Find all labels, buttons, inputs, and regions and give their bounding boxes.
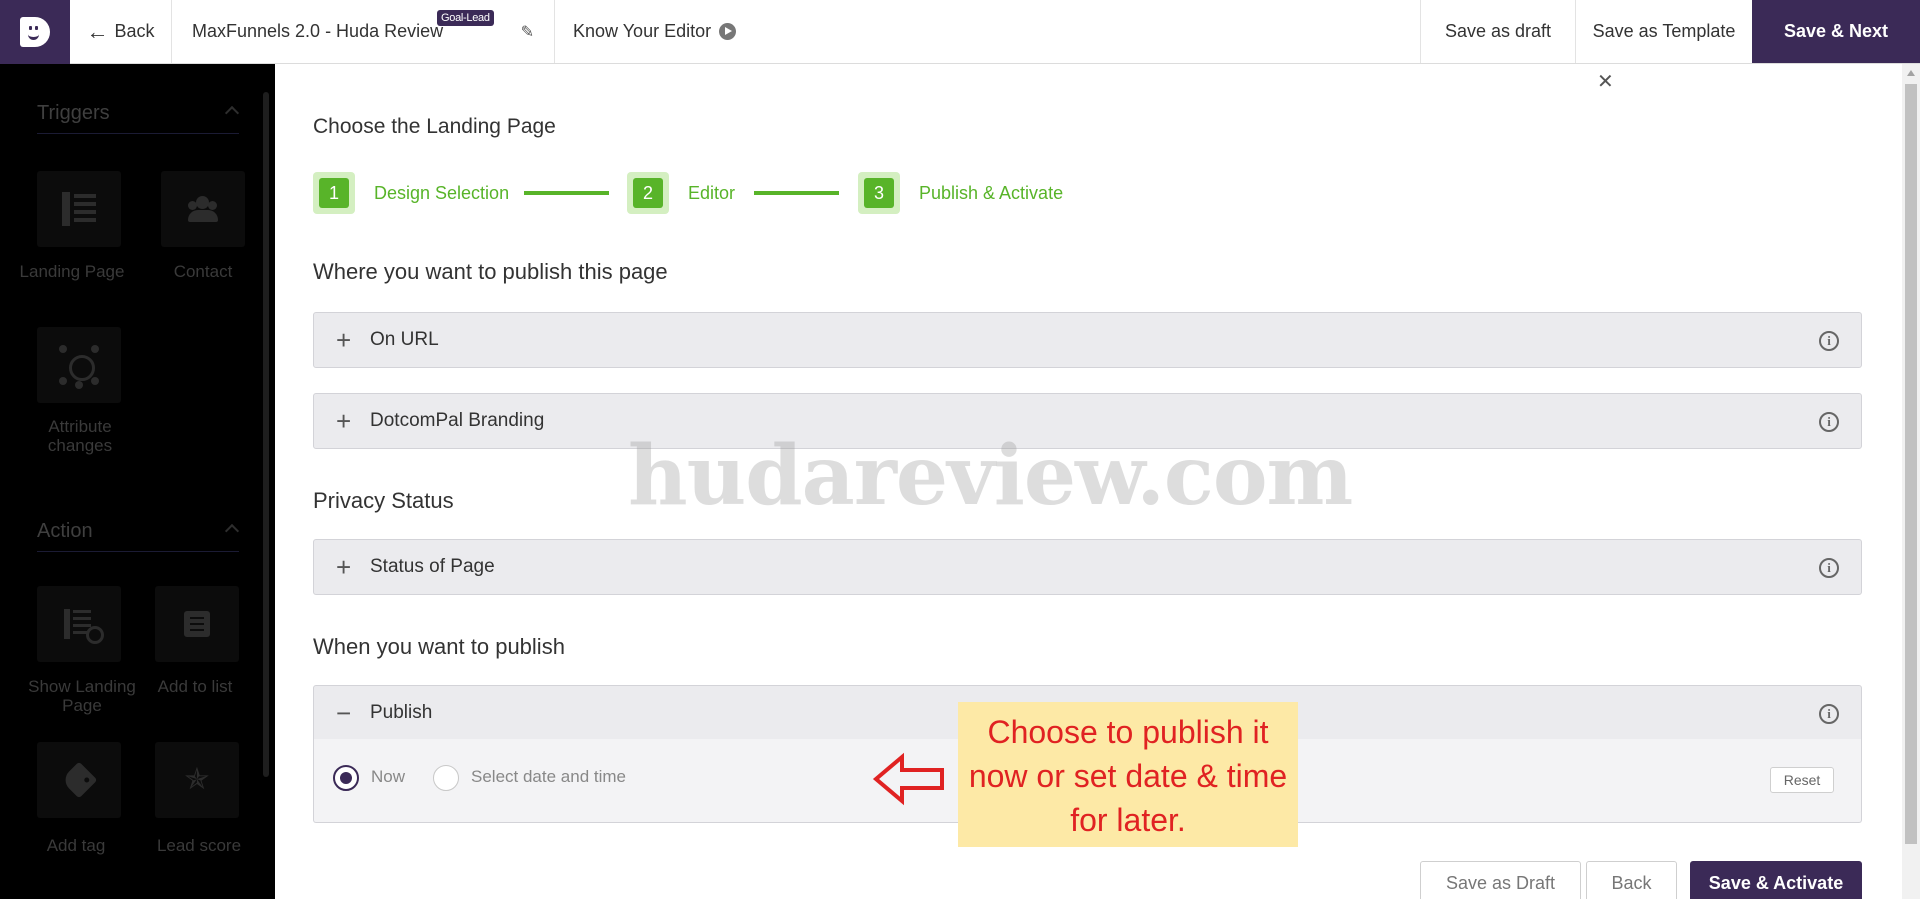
main-scrollbar[interactable] [1902, 64, 1920, 899]
step-connector [754, 191, 839, 195]
sidebar-scrollbar[interactable] [263, 92, 269, 777]
back-label: Back [114, 21, 155, 41]
arrow-left-icon: ← [86, 18, 109, 44]
top-bar: ← Back MaxFunnels 2.0 - Huda Review Goal… [0, 0, 1920, 64]
save-as-draft-button-bottom[interactable]: Save as Draft [1420, 861, 1581, 899]
play-icon [719, 23, 737, 40]
watermark: hudareview.com [628, 428, 1353, 524]
minus-icon: − [336, 698, 352, 728]
plus-icon: + [336, 325, 352, 355]
plus-icon: + [336, 406, 352, 436]
step-publish-activate[interactable]: 3 Publish & Activate [858, 172, 1063, 214]
edit-pencil-icon[interactable]: ✎ [521, 22, 534, 42]
sidebar: Triggers Landing Page Contact Attribute … [0, 64, 275, 899]
trigger-landing-page-label: Landing Page [19, 262, 125, 281]
accordion-label: Publish [370, 702, 433, 723]
action-add-to-list[interactable] [155, 586, 239, 662]
info-icon[interactable]: i [1819, 412, 1839, 432]
info-icon[interactable]: i [1819, 558, 1839, 578]
step-label: Publish & Activate [919, 182, 1064, 203]
trigger-landing-page[interactable] [37, 171, 121, 247]
tag-icon [60, 761, 98, 799]
chevron-up-icon [224, 523, 240, 539]
trigger-contact[interactable] [161, 171, 245, 247]
logo-icon [20, 17, 50, 47]
step-design-selection[interactable]: 1 Design Selection [313, 172, 509, 214]
accordion-label: Status of Page [370, 556, 495, 577]
scroll-up-arrow-icon[interactable] [1907, 70, 1915, 76]
action-add-tag[interactable] [37, 742, 121, 818]
scroll-thumb[interactable] [1905, 84, 1917, 844]
annotation-arrow-icon [872, 752, 944, 806]
step-editor[interactable]: 2 Editor [627, 172, 735, 214]
plus-icon: + [336, 552, 352, 582]
triggers-section-header[interactable]: Triggers [37, 102, 240, 134]
landing-page-icon [62, 192, 96, 226]
trigger-contact-label: Contact [173, 262, 233, 281]
save-as-template-button[interactable]: Save as Template [1575, 0, 1752, 63]
radio-select-date-time-label[interactable]: Select date and time [471, 767, 626, 787]
when-to-publish-heading: When you want to publish [313, 634, 565, 659]
chevron-up-icon [224, 105, 240, 121]
back-button-bottom[interactable]: Back [1586, 861, 1677, 899]
action-show-landing-page-label: Show Landing Page [28, 677, 136, 715]
attribute-changes-icon [57, 343, 101, 387]
show-landing-page-icon [64, 609, 104, 644]
editor-label: Know Your Editor [573, 21, 712, 41]
action-lead-score[interactable]: ✯ [155, 742, 239, 818]
close-icon[interactable]: ✕ [1597, 72, 1614, 92]
accordion-label: On URL [370, 329, 439, 350]
step-label: Editor [688, 182, 736, 203]
star-icon: ✯ [184, 763, 210, 796]
action-add-to-list-label: Add to list [157, 677, 233, 696]
action-title: Action [37, 520, 93, 542]
step-number: 2 [633, 178, 663, 208]
info-icon[interactable]: i [1819, 331, 1839, 351]
app-logo[interactable] [0, 0, 70, 64]
triggers-title: Triggers [37, 102, 110, 124]
save-and-activate-button[interactable]: Save & Activate [1690, 861, 1862, 899]
contact-icon [185, 196, 221, 222]
add-to-list-icon [184, 611, 210, 637]
funnel-title: MaxFunnels 2.0 - Huda Review Goal-Lead ✎ [172, 0, 555, 63]
annotation-callout: Choose to publish it now or set date & t… [958, 702, 1298, 847]
step-connector [524, 191, 609, 195]
action-lead-score-label: Lead score [156, 836, 242, 855]
trigger-attribute-changes-label: Attribute changes [47, 417, 113, 455]
goal-badge: Goal-Lead [437, 10, 494, 26]
publish-where-heading: Where you want to publish this page [313, 259, 668, 284]
action-section-header[interactable]: Action [37, 520, 240, 552]
step-number: 3 [864, 178, 894, 208]
step-label: Design Selection [374, 182, 510, 203]
reset-button[interactable]: Reset [1770, 767, 1834, 793]
trigger-attribute-changes[interactable] [37, 327, 121, 403]
privacy-status-heading: Privacy Status [313, 488, 454, 513]
step-number: 1 [319, 178, 349, 208]
radio-select-date-time[interactable] [433, 765, 459, 791]
save-as-draft-button[interactable]: Save as draft [1420, 0, 1575, 63]
radio-now[interactable] [333, 765, 359, 791]
accordion-on-url[interactable]: + On URL i [313, 312, 1862, 368]
action-show-landing-page[interactable] [37, 586, 121, 662]
save-and-next-button[interactable]: Save & Next [1752, 0, 1920, 63]
action-add-tag-label: Add tag [46, 836, 106, 855]
accordion-status-of-page[interactable]: + Status of Page i [313, 539, 1862, 595]
back-button[interactable]: ← Back [70, 0, 172, 63]
know-your-editor-link[interactable]: Know Your Editor [555, 0, 1420, 63]
accordion-label: DotcomPal Branding [370, 410, 545, 431]
funnel-title-text: MaxFunnels 2.0 - Huda Review [192, 21, 444, 41]
info-icon[interactable]: i [1819, 704, 1839, 724]
radio-now-label[interactable]: Now [371, 767, 405, 787]
page-title: Choose the Landing Page [313, 115, 556, 138]
